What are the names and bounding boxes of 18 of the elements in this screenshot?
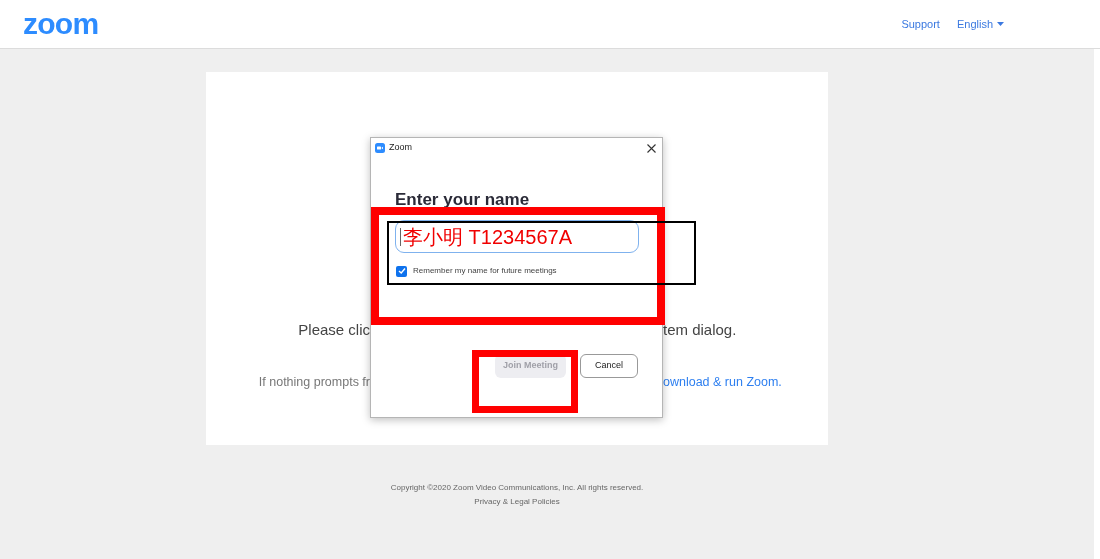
close-icon[interactable] bbox=[647, 143, 656, 153]
language-menu[interactable]: English bbox=[956, 15, 1004, 33]
dialog-title: Zoom bbox=[389, 141, 412, 155]
copyright-text: Copyright ©2020 Zoom Video Communications, Inc. All rights reserved. bbox=[390, 482, 644, 494]
name-field[interactable]: 李小明 T1234567A bbox=[395, 220, 639, 253]
remember-checkbox[interactable] bbox=[396, 265, 407, 277]
dialog-heading: Enter your name bbox=[395, 191, 531, 208]
instruction-text: tem dialog. bbox=[663, 319, 737, 340]
zoom-logo[interactable]: zoom bbox=[23, 9, 99, 39]
fallback-text: If nothing prompts fr bbox=[258, 373, 370, 391]
instruction-text: Please clic bbox=[298, 319, 370, 340]
support-link[interactable]: Support bbox=[901, 15, 940, 33]
download-link[interactable]: ownload & run Zoom. bbox=[663, 372, 782, 392]
privacy-link[interactable]: Privacy & Legal Policies bbox=[474, 496, 560, 508]
cancel-button[interactable]: Cancel bbox=[580, 354, 638, 378]
text-cursor bbox=[400, 227, 401, 246]
remember-label: Remember my name for future meetings bbox=[413, 265, 557, 277]
app-icon bbox=[375, 143, 385, 153]
